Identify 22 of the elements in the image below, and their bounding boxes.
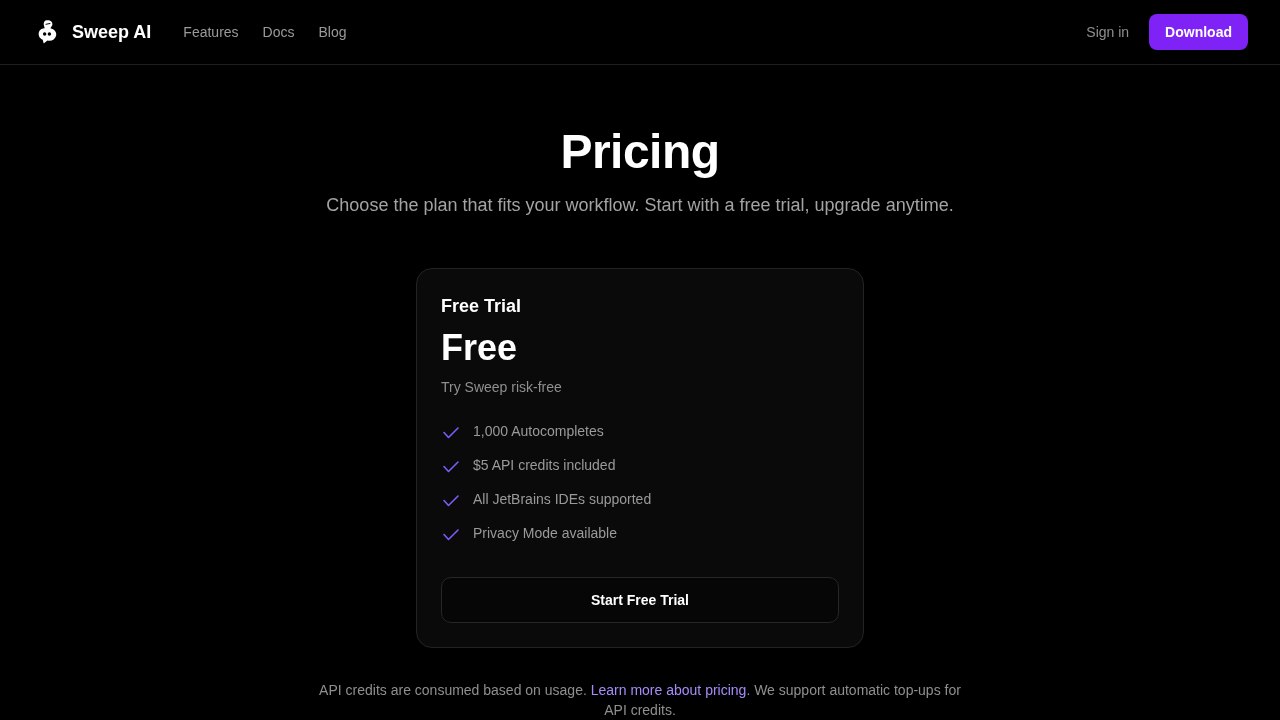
nav-link[interactable]: Features bbox=[183, 24, 239, 40]
checkmark-icon bbox=[443, 427, 459, 439]
footnote-text: API credits are consumed based on usage. Learn more about pricing. We support automatic top-ups for API credits. bbox=[318, 681, 962, 720]
feature-text: 1,000 Autocompletes bbox=[473, 422, 604, 441]
nav-link[interactable]: Blog bbox=[318, 24, 347, 40]
checkmark-icon bbox=[443, 461, 459, 473]
brand-name[interactable]: Sweep AI bbox=[72, 21, 152, 43]
feature-text: Privacy Mode available bbox=[473, 524, 617, 543]
plan-name: Free Trial bbox=[441, 295, 522, 318]
start-free-trial-button[interactable]: Start Free Trial bbox=[441, 577, 839, 623]
nav-link[interactable]: Docs bbox=[262, 24, 295, 40]
logo-icon[interactable] bbox=[37, 19, 58, 45]
checkmark-icon bbox=[443, 529, 459, 541]
feature-text: $5 API credits included bbox=[473, 456, 616, 475]
page-title: Pricing bbox=[560, 124, 720, 180]
sign-in-link[interactable]: Sign in bbox=[1086, 24, 1130, 40]
plan-tagline: Try Sweep risk-free bbox=[441, 378, 562, 397]
download-button[interactable]: Download bbox=[1149, 14, 1248, 50]
checkmark-icon bbox=[443, 495, 459, 507]
feature-text: All JetBrains IDEs supported bbox=[473, 490, 652, 509]
page-subtitle: Choose the plan that fits your workflow. Start with a free trial, upgrade anytime. bbox=[326, 194, 954, 217]
plan-price: Free bbox=[441, 328, 518, 368]
